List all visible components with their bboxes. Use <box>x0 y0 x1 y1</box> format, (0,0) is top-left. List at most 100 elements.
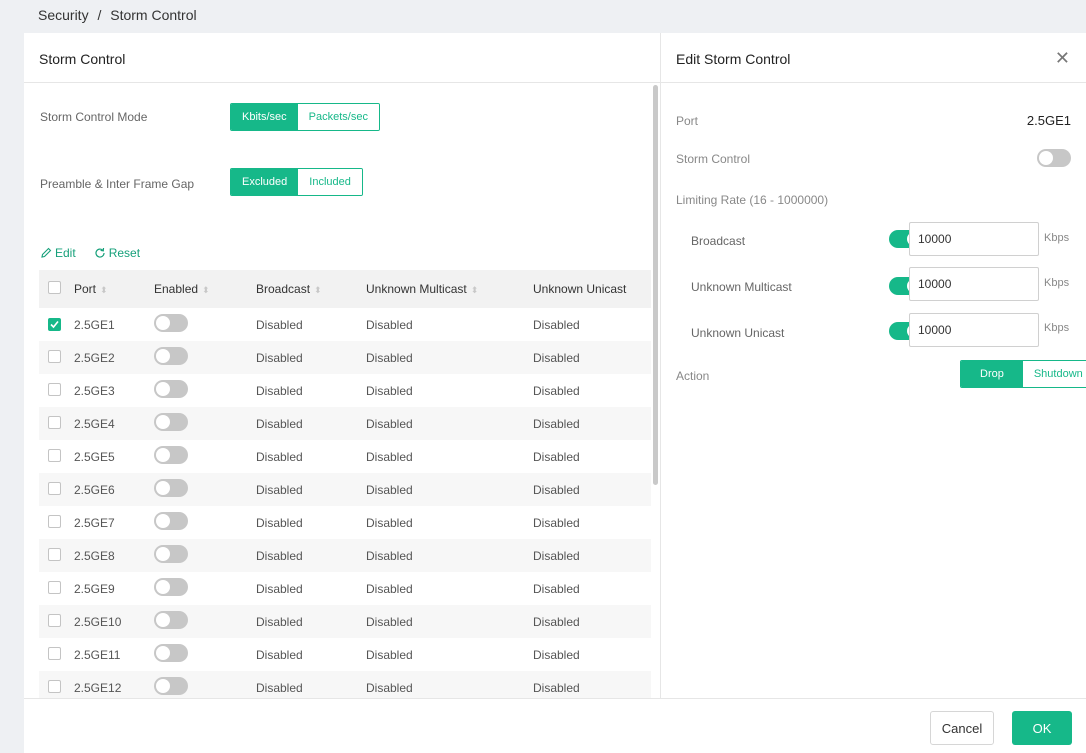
enabled-toggle[interactable] <box>154 347 188 365</box>
pencil-icon <box>41 247 52 258</box>
cell-unknown-multicast: Disabled <box>366 680 413 695</box>
storm-control-toggle[interactable] <box>1037 149 1071 167</box>
breadcrumb-page: Storm Control <box>110 7 197 23</box>
mode-packets-option[interactable]: Packets/sec <box>297 104 379 130</box>
sort-icon: ⬍ <box>100 285 108 295</box>
enabled-toggle[interactable] <box>154 611 188 629</box>
enabled-toggle[interactable] <box>154 314 188 332</box>
scrollbar[interactable] <box>653 85 658 485</box>
column-header-unknown-multicast[interactable]: Unknown Multicast ⬍ <box>366 282 533 296</box>
row-checkbox[interactable] <box>48 382 61 396</box>
row-checkbox[interactable] <box>48 580 61 594</box>
row-checkbox[interactable] <box>48 514 61 528</box>
row-checkbox[interactable] <box>48 415 61 429</box>
multicast-rate-input[interactable] <box>909 267 1039 301</box>
gap-included-option[interactable]: Included <box>298 169 362 195</box>
cell-broadcast: Disabled <box>256 515 303 530</box>
breadcrumb-section[interactable]: Security <box>38 7 89 23</box>
column-header-enabled[interactable]: Enabled ⬍ <box>154 282 256 296</box>
table-row[interactable]: 2.5GE1 Disabled Disabled Disabled <box>39 308 651 341</box>
column-header-broadcast[interactable]: Broadcast ⬍ <box>256 282 366 296</box>
enabled-toggle[interactable] <box>154 413 188 431</box>
cell-port: 2.5GE9 <box>74 581 115 596</box>
row-checkbox[interactable] <box>48 349 61 363</box>
edit-storm-control-panel: Edit Storm Control ✕ Port 2.5GE1 Storm C… <box>661 33 1086 698</box>
limiting-rate-label: Limiting Rate (16 - 1000000) <box>676 193 829 207</box>
table-row[interactable]: 2.5GE4 Disabled Disabled Disabled <box>39 407 651 440</box>
cell-broadcast: Disabled <box>256 647 303 662</box>
enabled-toggle[interactable] <box>154 677 188 695</box>
cancel-button[interactable]: Cancel <box>930 711 994 745</box>
row-checkbox[interactable] <box>48 317 61 331</box>
cell-unknown-unicast: Disabled <box>533 647 580 662</box>
cell-unknown-unicast: Disabled <box>533 614 580 629</box>
check-icon <box>50 320 59 328</box>
row-checkbox[interactable] <box>48 481 61 495</box>
cell-broadcast: Disabled <box>256 482 303 497</box>
column-header-unknown-unicast[interactable]: Unknown Unicast <box>533 282 651 296</box>
select-all-checkbox[interactable] <box>48 281 61 294</box>
cell-broadcast: Disabled <box>256 350 303 365</box>
panel-title: Storm Control <box>24 33 660 83</box>
table-body: 2.5GE1 Disabled Disabled Disabled 2.5GE2 Disa… <box>39 308 651 698</box>
enabled-toggle[interactable] <box>154 446 188 464</box>
preamble-gap-label: Preamble & Inter Frame Gap <box>40 177 195 191</box>
cell-port: 2.5GE11 <box>74 647 121 662</box>
table-row[interactable]: 2.5GE10 Disabled Disabled Disabled <box>39 605 651 638</box>
gap-excluded-option[interactable]: Excluded <box>231 169 299 195</box>
reset-button[interactable]: Reset <box>94 246 140 260</box>
cell-port: 2.5GE8 <box>74 548 115 563</box>
column-header-port[interactable]: Port ⬍ <box>74 282 154 296</box>
unicast-rate-input[interactable] <box>909 313 1039 347</box>
table-row[interactable]: 2.5GE7 Disabled Disabled Disabled <box>39 506 651 539</box>
table-row[interactable]: 2.5GE11 Disabled Disabled Disabled <box>39 638 651 671</box>
enabled-toggle[interactable] <box>154 578 188 596</box>
port-value: 2.5GE1 <box>1026 113 1071 128</box>
table-row[interactable]: 2.5GE6 Disabled Disabled Disabled <box>39 473 651 506</box>
table-row[interactable]: 2.5GE8 Disabled Disabled Disabled <box>39 539 651 572</box>
cell-unknown-unicast: Disabled <box>533 515 580 530</box>
mode-kbits-option[interactable]: Kbits/sec <box>231 104 298 130</box>
enabled-toggle[interactable] <box>154 644 188 662</box>
table-row[interactable]: 2.5GE3 Disabled Disabled Disabled <box>39 374 651 407</box>
cell-unknown-multicast: Disabled <box>366 350 413 365</box>
table-row[interactable]: 2.5GE12 Disabled Disabled Disabled <box>39 671 651 698</box>
table-row[interactable]: 2.5GE9 Disabled Disabled Disabled <box>39 572 651 605</box>
enabled-toggle[interactable] <box>154 380 188 398</box>
cell-unknown-unicast: Disabled <box>533 350 580 365</box>
action-drop-option[interactable]: Drop <box>961 361 1023 387</box>
row-checkbox[interactable] <box>48 613 61 627</box>
table-row[interactable]: 2.5GE5 Disabled Disabled Disabled <box>39 440 651 473</box>
storm-control-mode-label: Storm Control Mode <box>40 110 148 124</box>
cell-port: 2.5GE12 <box>74 680 122 695</box>
cell-port: 2.5GE2 <box>74 350 115 365</box>
cell-unknown-multicast: Disabled <box>366 383 413 398</box>
row-checkbox[interactable] <box>48 547 61 561</box>
cell-unknown-multicast: Disabled <box>366 515 413 530</box>
broadcast-rate-input[interactable] <box>909 222 1039 256</box>
cell-unknown-multicast: Disabled <box>366 548 413 563</box>
port-label: Port <box>676 114 699 128</box>
edit-button[interactable]: Edit <box>40 246 76 260</box>
cell-unknown-unicast: Disabled <box>533 317 580 332</box>
row-checkbox[interactable] <box>48 679 61 693</box>
edit-panel-header: Edit Storm Control ✕ <box>661 33 1086 83</box>
close-icon[interactable]: ✕ <box>1055 49 1070 67</box>
storm-control-table: Port ⬍ Enabled ⬍ Broadcast ⬍ Unknown Multic… <box>39 270 651 698</box>
broadcast-rate-label: Broadcast <box>691 234 746 248</box>
cell-broadcast: Disabled <box>256 680 303 695</box>
action-shutdown-option[interactable]: Shutdown <box>1022 361 1086 387</box>
row-checkbox[interactable] <box>48 646 61 660</box>
table-row[interactable]: 2.5GE2 Disabled Disabled Disabled <box>39 341 651 374</box>
cell-broadcast: Disabled <box>256 383 303 398</box>
action-selector: Drop Shutdown <box>960 360 1086 388</box>
cell-unknown-multicast: Disabled <box>366 482 413 497</box>
table-actions: Edit Reset <box>40 246 140 260</box>
cell-broadcast: Disabled <box>256 449 303 464</box>
row-checkbox[interactable] <box>48 448 61 462</box>
ok-button[interactable]: OK <box>1012 711 1072 745</box>
enabled-toggle[interactable] <box>154 479 188 497</box>
enabled-toggle[interactable] <box>154 512 188 530</box>
cell-broadcast: Disabled <box>256 581 303 596</box>
enabled-toggle[interactable] <box>154 545 188 563</box>
